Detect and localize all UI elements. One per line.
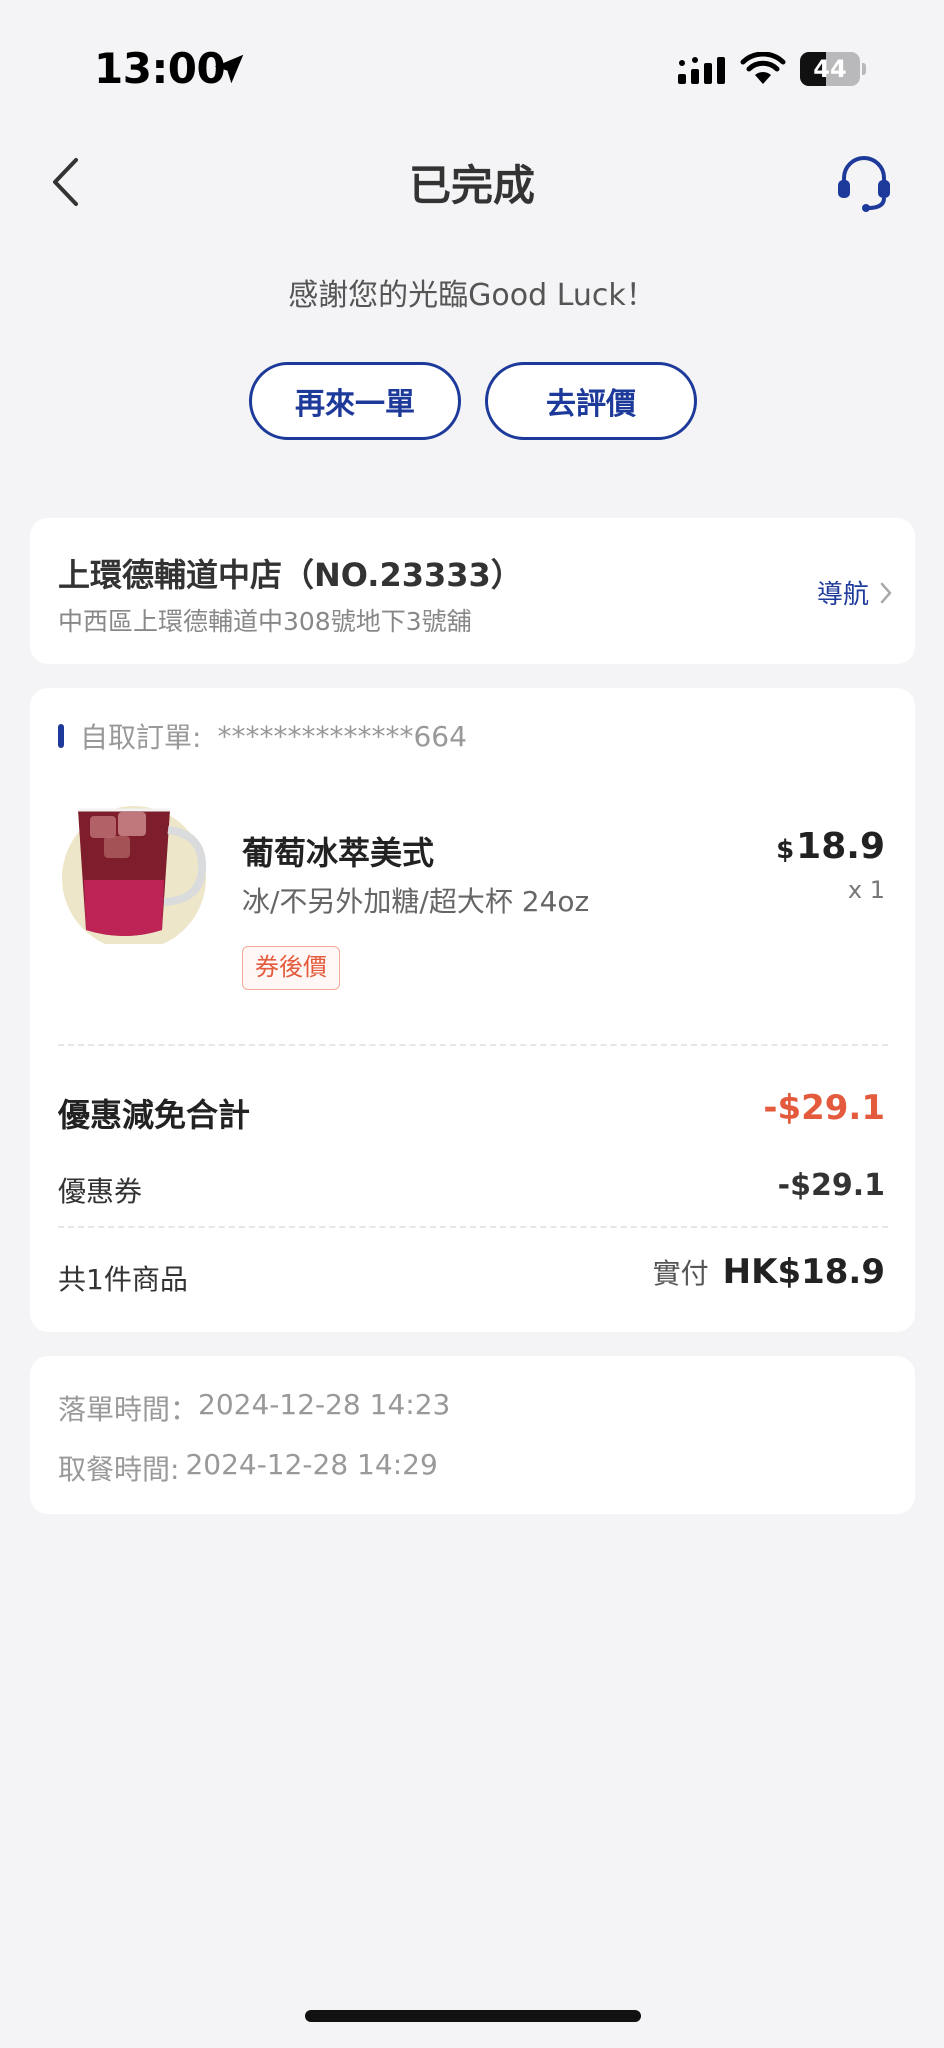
- product-spec: 冰/不另外加糖/超大杯 24oz: [242, 885, 590, 918]
- divider: [58, 1044, 888, 1046]
- discount-total-label: 優惠減免合計: [58, 1096, 251, 1134]
- time-card: 落單時間： 2024-12-28 14:23 取餐時間: 2024-12-28 …: [30, 1356, 915, 1514]
- chevron-right-icon: [880, 582, 892, 603]
- order-header: 自取訂單: **************664: [58, 716, 467, 756]
- order-time-row: 落單時間： 2024-12-28 14:23: [58, 1388, 450, 1428]
- store-address: 中西區上環德輔道中308號地下3號舖: [58, 607, 472, 636]
- status-time: 13:00: [94, 44, 226, 93]
- battery-percentage: 44: [813, 55, 847, 83]
- customer-service-button[interactable]: [832, 150, 896, 214]
- home-indicator: [305, 2010, 641, 2022]
- paid-value: HK$18.9: [722, 1252, 885, 1292]
- order-time-value: 2024-12-28 14:23: [198, 1388, 451, 1421]
- order-detail-page: 13:00 44 已完成 感謝您的光臨Good Luck！ 再來一單 去評價 上…: [0, 0, 944, 2048]
- price-amount: 18.9: [796, 826, 885, 867]
- order-card: 自取訂單: **************664 葡萄冰萃美式 冰/不另外加糖/超…: [30, 688, 915, 1332]
- product-name: 葡萄冰萃美式: [242, 834, 435, 872]
- order-type-label: 自取訂單:: [80, 721, 202, 754]
- store-card: 上環德輔道中店（NO.23333） 中西區上環德輔道中308號地下3號舖 導航: [30, 518, 915, 664]
- reorder-button[interactable]: 再來一單: [249, 362, 461, 440]
- thanks-message: 感謝您的光臨Good Luck！: [288, 278, 656, 313]
- iced-grape-coffee-image: [62, 806, 207, 944]
- battery-icon: 44: [800, 52, 866, 86]
- price-currency: $: [776, 835, 795, 865]
- coupon-label: 優惠券: [58, 1175, 143, 1208]
- wifi-icon: [740, 52, 786, 84]
- pickup-time-label: 取餐時間:: [58, 1453, 180, 1486]
- product-quantity: x 1: [847, 876, 885, 904]
- product-price: $18.9: [776, 826, 885, 867]
- navigation-label: 導航: [816, 580, 869, 610]
- coupon-value: -$29.1: [777, 1168, 885, 1203]
- status-bar: 13:00 44: [0, 0, 944, 140]
- divider: [58, 1226, 888, 1228]
- location-arrow-icon: [214, 54, 244, 84]
- order-number: **************664: [217, 719, 467, 753]
- items-count-label: 共1件商品: [58, 1263, 188, 1296]
- accent-bar: [58, 724, 64, 748]
- cellular-signal-icon: [678, 57, 725, 84]
- pickup-time-row: 取餐時間: 2024-12-28 14:29: [58, 1448, 438, 1488]
- navigation-link[interactable]: 導航: [817, 574, 893, 611]
- order-time-label: 落單時間：: [58, 1393, 199, 1426]
- headset-icon: [838, 156, 890, 212]
- discount-total-value: -$29.1: [763, 1088, 885, 1128]
- after-coupon-price-tag: 券後價: [242, 946, 340, 990]
- page-title: 已完成: [408, 161, 535, 210]
- paid-label: 實付: [652, 1257, 709, 1290]
- store-name: 上環德輔道中店（NO.23333）: [58, 556, 523, 594]
- review-button[interactable]: 去評價: [485, 362, 697, 440]
- paid-amount: 實付 HK$18.9: [653, 1252, 885, 1292]
- pickup-time-value: 2024-12-28 14:29: [185, 1448, 438, 1481]
